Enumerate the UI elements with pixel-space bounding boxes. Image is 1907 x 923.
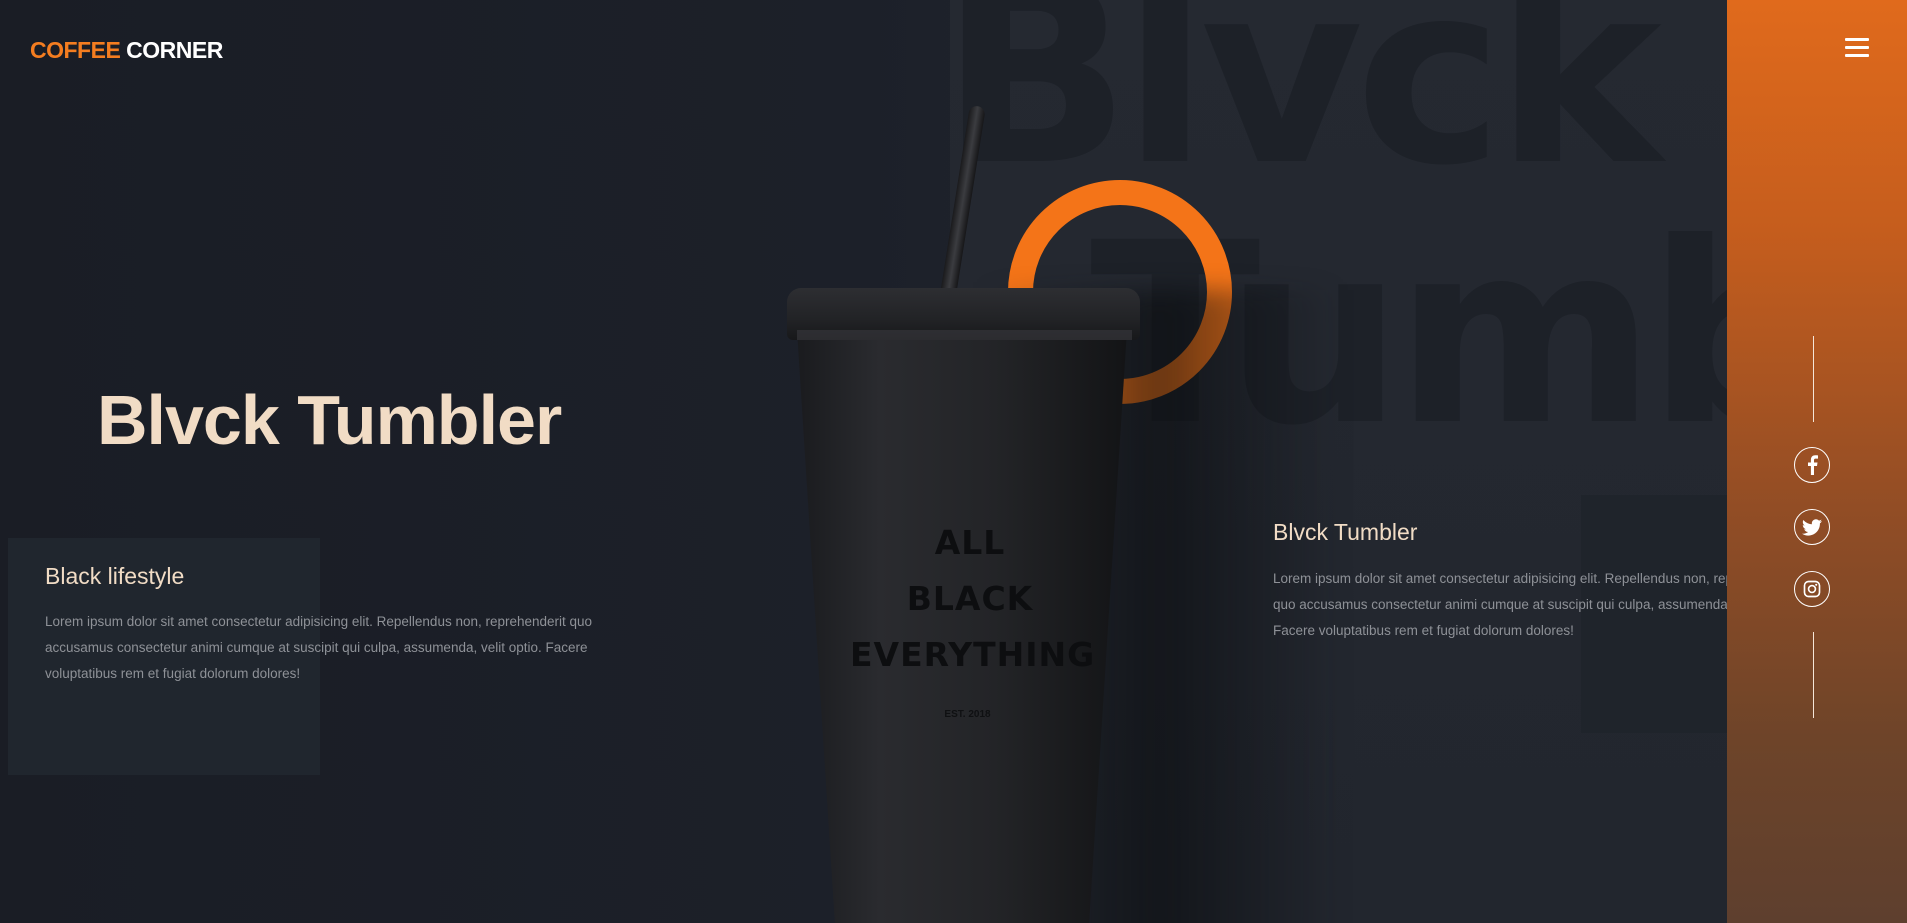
tumbler-print-text: ALL BLACK EVERYTHING [850, 515, 1096, 683]
hamburger-menu-icon[interactable] [1845, 38, 1869, 58]
page: Blvck Tumbler COFFEE CORNER Blvck Tumble… [0, 0, 1907, 923]
instagram-icon[interactable] [1794, 571, 1830, 607]
tumbler-print-line-1: ALL [934, 523, 1006, 562]
logo[interactable]: COFFEE CORNER [30, 37, 223, 64]
sidebar-divider-bottom [1813, 632, 1814, 718]
tumbler-print-line-2: BLACK [906, 579, 1034, 618]
lifestyle-text: Lorem ipsum dolor sit amet consectetur a… [45, 614, 593, 681]
info-title: Blvck Tumbler [1273, 519, 1418, 545]
twitter-icon[interactable] [1794, 509, 1830, 545]
tumbler-lid-rim [797, 330, 1132, 340]
sidebar-divider-top [1813, 336, 1814, 422]
background-word-top: Blvck [940, 0, 1662, 220]
instagram-glyph [1803, 580, 1821, 598]
hero-title: Blvck Tumbler [97, 381, 562, 459]
menu-bar-bottom [1845, 54, 1869, 57]
twitter-glyph [1802, 518, 1822, 536]
facebook-glyph [1808, 455, 1818, 475]
facebook-icon[interactable] [1794, 447, 1830, 483]
tumbler-est-text: EST. 2018 [944, 709, 991, 720]
menu-bar-top [1845, 38, 1869, 41]
menu-bar-middle [1845, 46, 1869, 49]
lifestyle-title: Black lifestyle [45, 563, 185, 589]
tumbler-print-line-3: EVERYTHING [850, 635, 1096, 674]
logo-rest-text: CORNER [126, 37, 223, 63]
logo-accent-text: COFFEE [30, 37, 121, 63]
